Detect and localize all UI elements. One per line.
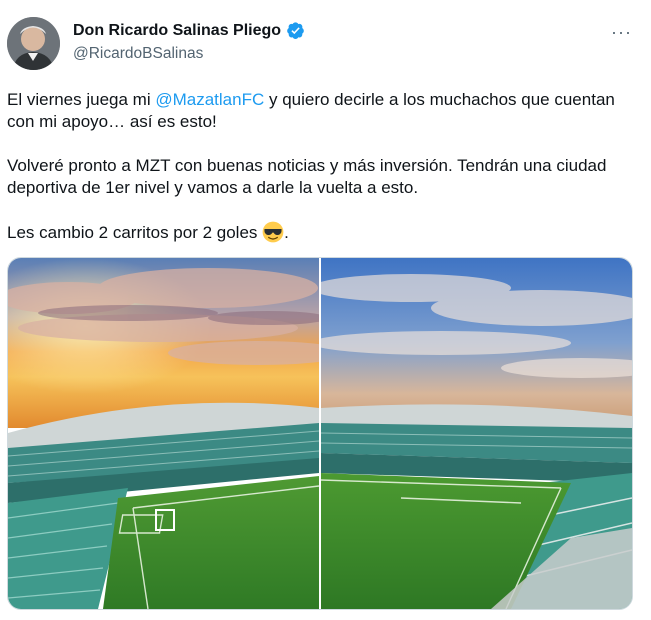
stadium-photo-sunset[interactable] (8, 258, 319, 609)
mention-link[interactable]: @MazatlanFC (155, 90, 264, 109)
tweet-text: El viernes juega mi @MazatlanFC y quiero… (7, 89, 637, 244)
tweet-paragraph-1: El viernes juega mi @MazatlanFC y quiero… (7, 89, 637, 133)
author-handle[interactable]: @RicardoBSalinas (73, 45, 203, 63)
verified-badge-icon (287, 22, 304, 39)
tweet-media-grid (7, 257, 633, 610)
smiling-face-with-sunglasses-icon (262, 221, 284, 243)
tweet-paragraph-2: Volveré pronto a MZT con buenas noticias… (7, 156, 607, 197)
text-segment: El viernes juega mi (7, 90, 156, 109)
tweet-paragraph-3: Les cambio 2 carritos por 2 goles . (7, 221, 637, 244)
tweet-card: Don Ricardo Salinas Pliego @RicardoBSali… (0, 0, 651, 620)
profile-avatar (7, 17, 60, 70)
author-name-row: Don Ricardo Salinas Pliego (73, 21, 305, 40)
stadium-photo-day[interactable] (321, 258, 632, 609)
text-segment: Les cambio 2 carritos por 2 goles (7, 223, 263, 242)
author-name[interactable]: Don Ricardo Salinas Pliego (73, 22, 281, 40)
text-segment: . (284, 223, 289, 242)
more-options-icon[interactable]: ··· (611, 22, 632, 43)
avatar[interactable] (7, 17, 60, 70)
